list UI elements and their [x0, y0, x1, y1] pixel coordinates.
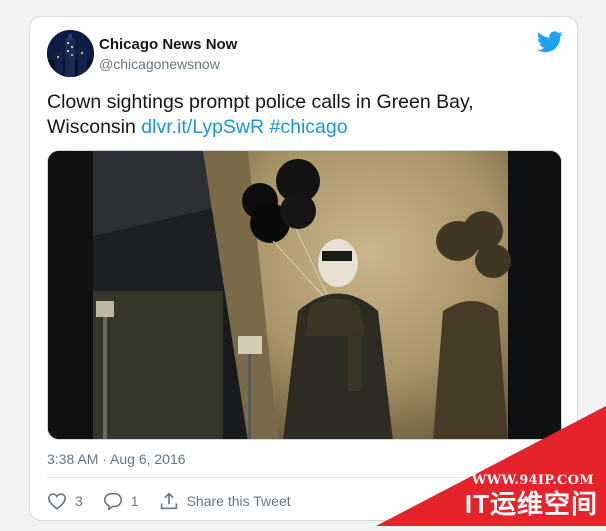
author-name[interactable]: Chicago News Now	[99, 36, 237, 53]
clown-photo	[48, 151, 561, 439]
reply-count: 1	[130, 493, 139, 509]
share-icon	[160, 492, 177, 510]
skyline-image	[47, 30, 94, 77]
reply-button[interactable]: 1	[103, 492, 139, 510]
share-button[interactable]: Share this Tweet	[159, 492, 291, 510]
tweet-card[interactable]: Chicago News Now @chicagonewsnow Clown s…	[29, 16, 578, 521]
like-count: 3	[75, 493, 83, 509]
divider	[47, 477, 560, 478]
author-avatar[interactable]	[47, 30, 94, 77]
reply-bubble-icon	[103, 492, 122, 510]
heart-icon	[47, 493, 67, 510]
tweet-link[interactable]: dlvr.it/LypSwR	[141, 116, 264, 138]
tweet-timestamp[interactable]: 3:38 AM · Aug 6, 2016	[47, 451, 186, 467]
twitter-bird-icon[interactable]	[537, 31, 563, 53]
like-button[interactable]: 3	[47, 492, 83, 510]
tweet-hashtag[interactable]: #chicago	[270, 116, 348, 138]
author-handle[interactable]: @chicagonewsnow	[99, 56, 220, 72]
share-label: Share this Tweet	[186, 493, 291, 509]
tweet-text: Clown sightings prompt police calls in G…	[47, 90, 557, 140]
tweet-media-image[interactable]	[47, 150, 562, 440]
tweet-actions: 3 1 Share this Tweet	[47, 490, 311, 512]
